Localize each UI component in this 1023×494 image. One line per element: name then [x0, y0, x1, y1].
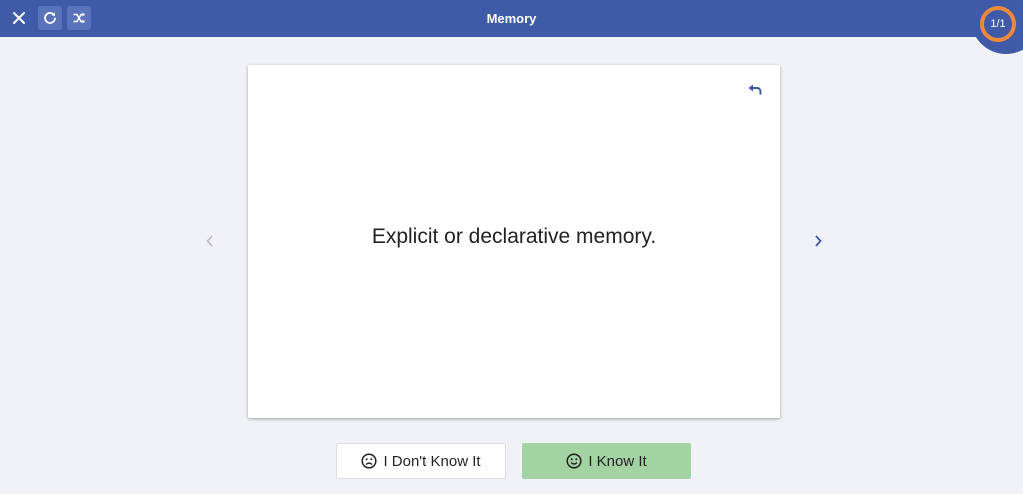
flashcard[interactable]: Explicit or declarative memory.: [248, 65, 780, 418]
sad-face-icon: [361, 453, 378, 469]
smile-face-icon: [566, 453, 582, 469]
chevron-left-icon: [206, 235, 213, 247]
undo-icon: [748, 84, 762, 95]
dont-know-label: I Don't Know It: [383, 452, 481, 470]
top-bar: Memory: [0, 0, 1023, 54]
app-title: Memory: [486, 11, 537, 26]
next-card-button[interactable]: [808, 230, 828, 252]
chevron-right-icon: [815, 235, 822, 247]
card-text: Explicit or declarative memory.: [371, 225, 657, 248]
progress-counter: 1/1: [980, 6, 1016, 42]
know-button[interactable]: I Know It: [522, 443, 691, 479]
know-label: I Know It: [588, 452, 647, 470]
previous-card-button[interactable]: [200, 230, 220, 252]
flip-card-button[interactable]: [746, 81, 764, 99]
dont-know-button[interactable]: I Don't Know It: [336, 443, 506, 479]
